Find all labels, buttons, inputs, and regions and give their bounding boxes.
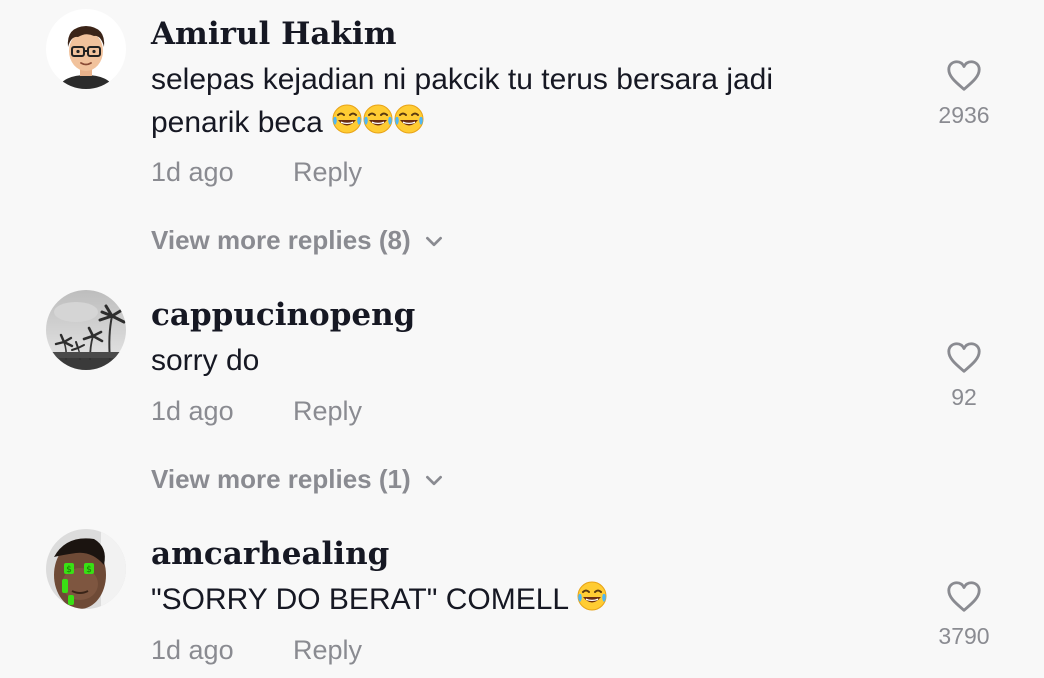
comment-text: "SORRY DO BERAT" COMELL bbox=[151, 578, 871, 621]
heart-outline-icon[interactable] bbox=[945, 578, 983, 616]
comment-meta: 1d ago Reply bbox=[151, 156, 362, 188]
view-more-replies-label: View more replies (1) bbox=[151, 464, 411, 494]
view-more-replies-label: View more replies (8) bbox=[151, 225, 411, 255]
emoji-group bbox=[331, 103, 424, 135]
chevron-down-icon bbox=[425, 236, 443, 247]
face-photo-icon: $ $ bbox=[46, 529, 126, 609]
like-count: 2936 bbox=[938, 102, 990, 128]
svg-text:$: $ bbox=[66, 565, 72, 575]
face-with-tears-of-joy-icon bbox=[393, 103, 425, 135]
face-with-tears-of-joy-icon bbox=[362, 103, 394, 135]
emoji-group bbox=[576, 580, 607, 612]
comment-text-content: "SORRY DO BERAT" COMELL bbox=[151, 583, 568, 616]
like-control: 92 bbox=[925, 339, 1003, 411]
like-count: 3790 bbox=[938, 623, 990, 649]
comment-username[interactable]: amcarhealing bbox=[151, 536, 389, 572]
palm-trees-photo-icon bbox=[46, 290, 126, 370]
cartoon-avatar-icon bbox=[46, 9, 126, 89]
comment-username[interactable]: cappucinopeng bbox=[151, 297, 415, 333]
comment-time: 1d ago bbox=[151, 157, 234, 187]
svg-text:$: $ bbox=[86, 565, 92, 575]
comment-text: selepas kejadian ni pakcik tu terus bers… bbox=[151, 58, 871, 144]
avatar[interactable] bbox=[46, 290, 126, 370]
chevron-down-icon bbox=[425, 475, 443, 486]
comment-meta: 1d ago Reply bbox=[151, 395, 362, 427]
reply-button[interactable]: Reply bbox=[293, 156, 362, 188]
heart-outline-icon[interactable] bbox=[945, 339, 983, 377]
comment-text: sorry do bbox=[151, 339, 871, 382]
view-more-replies-button[interactable]: View more replies (8) bbox=[151, 224, 443, 256]
face-with-tears-of-joy-icon bbox=[576, 580, 608, 612]
reply-button[interactable]: Reply bbox=[293, 634, 362, 666]
comment-username[interactable]: Amirul Hakim bbox=[151, 16, 397, 52]
avatar[interactable]: $ $ bbox=[46, 529, 126, 609]
face-with-tears-of-joy-icon bbox=[331, 103, 363, 135]
reply-button[interactable]: Reply bbox=[293, 395, 362, 427]
comment-text-content: selepas kejadian ni pakcik tu terus bers… bbox=[151, 63, 774, 139]
view-more-replies-button[interactable]: View more replies (1) bbox=[151, 463, 443, 495]
like-control: 3790 bbox=[925, 578, 1003, 650]
comment-time: 1d ago bbox=[151, 396, 234, 426]
like-count: 92 bbox=[951, 384, 977, 410]
like-control: 2936 bbox=[925, 57, 1003, 129]
heart-outline-icon[interactable] bbox=[945, 57, 983, 95]
avatar[interactable] bbox=[46, 9, 126, 89]
comment-text-content: sorry do bbox=[151, 344, 260, 377]
comment-time: 1d ago bbox=[151, 635, 234, 665]
comment-meta: 1d ago Reply bbox=[151, 634, 362, 666]
